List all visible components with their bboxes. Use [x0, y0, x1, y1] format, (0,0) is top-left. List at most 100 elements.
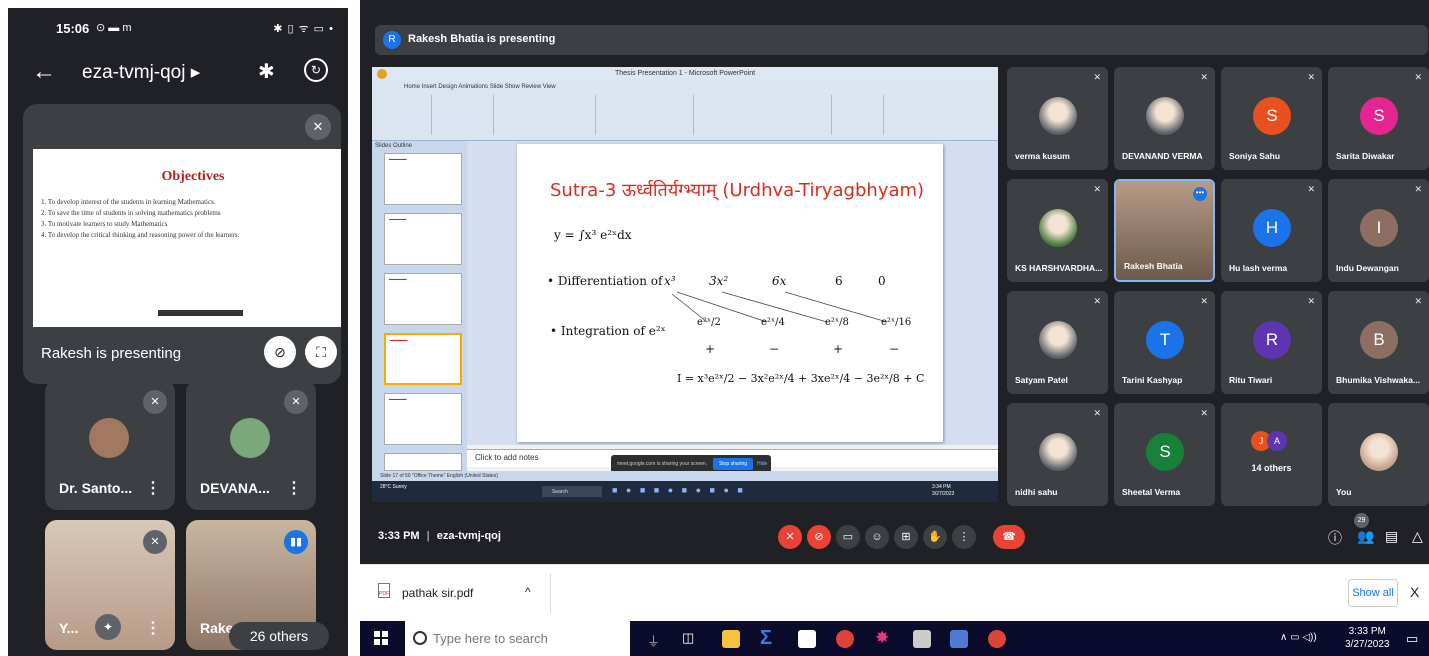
participant-tile[interactable]: ✕ T Tarini Kashyap — [1114, 291, 1215, 394]
slide-thumbnail[interactable]: ▬▬▬▬▬ — [384, 153, 462, 205]
participant-tile[interactable]: You — [1328, 403, 1429, 506]
slide-thumbnail[interactable]: ▬▬▬▬▬ — [384, 393, 462, 445]
effects-icon[interactable]: ✦ — [95, 614, 121, 640]
desktop-meet-window: R Rakesh Bhatia is presenting Thesis Pre… — [360, 0, 1429, 656]
more-options-icon[interactable]: ⋮ — [145, 618, 161, 638]
show-all-button[interactable]: Show all — [1348, 579, 1398, 607]
emoji-button[interactable]: ☺ — [865, 525, 889, 549]
stop-sharing-button[interactable]: Stop sharing — [713, 458, 753, 470]
phone-clock: 15:06 — [56, 21, 90, 36]
download-menu-chevron[interactable]: ^ — [525, 585, 531, 599]
meeting-code[interactable]: eza-tvmj-qoj — [437, 530, 501, 542]
leave-call-button[interactable]: ☎ — [993, 525, 1025, 549]
participant-tile[interactable]: ✕ KS HARSHVARDHA... — [1007, 179, 1108, 282]
phone-meet-header: ← eza-tvmj-qoj ▸ ✱ ↻ — [8, 46, 348, 100]
phone-presentation-tile[interactable]: ✕ Objectives 1. To develop interest of t… — [23, 104, 341, 384]
slide-thumbnail[interactable]: ▬▬▬▬▬ — [384, 213, 462, 265]
participant-tile[interactable]: ✕ B Bhumika Vishwaka... — [1328, 291, 1429, 394]
office-button-icon[interactable] — [377, 69, 387, 79]
participant-tile[interactable]: ✕ DEVANAND VERMA — [1114, 67, 1215, 170]
camera-off-button[interactable]: ⊘ — [807, 525, 831, 549]
ribbon-group-font — [496, 95, 596, 135]
document-app-icon[interactable] — [950, 630, 968, 648]
notifications-icon[interactable]: ▭ — [1406, 631, 1418, 647]
phone-participant-tile[interactable]: ✕ Dr. Santo... ⋮ — [45, 380, 175, 510]
participant-name: Bhumika Vishwaka... — [1336, 375, 1420, 385]
participant-name: You — [1336, 487, 1352, 497]
participant-tile[interactable]: ✕ S Sheetal Verma — [1114, 403, 1215, 506]
captions-button[interactable]: ▭ — [836, 525, 860, 549]
app-star-icon[interactable]: ✸ — [875, 628, 889, 648]
avatar: S — [1360, 97, 1398, 135]
store-icon[interactable] — [798, 630, 816, 648]
shared-taskbar-search: Search — [542, 486, 602, 497]
calculator-icon[interactable] — [913, 630, 931, 648]
participant-tile[interactable]: ✕ S Soniya Sahu — [1221, 67, 1322, 170]
sign: + — [705, 342, 716, 356]
participant-name: Sheetal Verma — [1122, 487, 1181, 497]
participant-name: Sarita Diwakar — [1336, 151, 1395, 161]
bluetooth-icon[interactable]: ✱ — [258, 59, 275, 84]
int-term: e²ˣ/8 — [825, 317, 849, 328]
phone-meeting-code[interactable]: eza-tvmj-qoj ▸ — [82, 61, 200, 84]
taskbar-search-box[interactable]: Type here to search — [405, 621, 630, 656]
phone-participant-tile[interactable]: ✕ Y... ✦ ⋮ — [45, 520, 175, 650]
slides-outline-tabs[interactable]: Slides Outline — [375, 143, 412, 149]
windows-start-icon[interactable] — [374, 631, 388, 645]
ppt-window-title: Thesis Presentation 1 - Microsoft PowerP… — [372, 67, 998, 81]
chrome-icon[interactable] — [836, 630, 854, 648]
more-options-icon[interactable]: ••• — [1193, 187, 1207, 201]
more-options-icon[interactable]: ⋮ — [145, 478, 161, 498]
more-options-icon[interactable]: ⋮ — [286, 478, 302, 498]
sign: + — [833, 342, 844, 356]
sign: − — [769, 342, 780, 356]
ppt-ribbon-tabs[interactable]: Home Insert Design Animations Slide Show… — [404, 84, 556, 90]
raise-hand-button[interactable]: ✋ — [923, 525, 947, 549]
pin-off-icon[interactable]: ⊘ — [264, 336, 296, 368]
avatar — [1039, 321, 1077, 359]
present-button[interactable]: ⊞ — [894, 525, 918, 549]
taskbar-clock[interactable]: 3:33 PM 3/27/2023 — [1345, 625, 1390, 651]
system-tray-icons[interactable]: ∧ ▭ ◁)) — [1280, 632, 1317, 643]
phone-participant-tile[interactable]: ✕ DEVANA... ⋮ — [186, 380, 316, 510]
slide-point: 2. To save the time of students in solvi… — [41, 209, 221, 217]
switch-camera-icon[interactable]: ↻ — [304, 58, 328, 82]
participant-name: DEVANAND VERMA — [1122, 151, 1203, 161]
slide-thumbnail[interactable]: ▬▬▬▬▬ — [384, 273, 462, 325]
weather-widget: 28°C Sunny — [380, 484, 407, 490]
mic-off-button[interactable]: ✕ — [778, 525, 802, 549]
chat-icon[interactable]: ▤ — [1385, 528, 1398, 545]
hide-link[interactable]: Hide — [757, 461, 767, 467]
close-downloads-button[interactable]: X — [1410, 584, 1419, 600]
participant-tile[interactable]: ✕ S Sarita Diwakar — [1328, 67, 1429, 170]
avatar: R — [1253, 321, 1291, 359]
participant-tile[interactable]: J A 14 others — [1221, 403, 1322, 506]
participant-tile[interactable]: ✕ Satyam Patel — [1007, 291, 1108, 394]
microphone-icon[interactable]: ⏚ — [647, 631, 660, 650]
participant-tile[interactable]: ✕ nidhi sahu — [1007, 403, 1108, 506]
task-view-icon[interactable]: ◫ — [682, 630, 694, 646]
chrome-profile-icon[interactable] — [988, 630, 1006, 648]
ppt-slides-pane: Slides Outline ▬▬▬▬▬ ▬▬▬▬▬ ▬▬▬▬▬ ▬▬▬▬▬ ▬… — [372, 141, 467, 471]
participant-name: Tarini Kashyap — [1122, 375, 1183, 385]
participant-name: Ritu Tiwari — [1229, 375, 1273, 385]
others-count-pill[interactable]: 26 others — [229, 622, 329, 650]
meeting-details-icon[interactable]: ⓘ — [1328, 528, 1342, 548]
participant-tile[interactable]: ✕ verma kusum — [1007, 67, 1108, 170]
back-arrow-icon[interactable]: ← — [32, 58, 56, 86]
sigma-app-icon[interactable]: Σ — [760, 627, 772, 650]
slide-thumbnail-selected[interactable]: ▬▬▬▬▬ — [384, 333, 462, 385]
participant-name: Indu Dewangan — [1336, 263, 1399, 273]
participant-tile[interactable]: ✕ R Ritu Tiwari — [1221, 291, 1322, 394]
participant-tile[interactable]: ✕ H Hu lash verma — [1221, 179, 1322, 282]
participant-tile[interactable]: ••• Rakesh Bhatia — [1114, 179, 1215, 282]
more-options-button[interactable]: ⋮ — [952, 525, 976, 549]
file-explorer-icon[interactable] — [722, 630, 740, 648]
int-term: e²ˣ/4 — [761, 317, 785, 328]
download-file-name[interactable]: pathak sir.pdf — [402, 586, 473, 600]
activities-icon[interactable]: △ — [1412, 528, 1423, 545]
participant-tile[interactable]: ✕ I Indu Dewangan — [1328, 179, 1429, 282]
slide-thumbnail[interactable] — [384, 453, 462, 471]
fullscreen-icon[interactable]: ⛶ — [305, 336, 337, 368]
people-icon[interactable]: 👥 — [1357, 528, 1374, 545]
